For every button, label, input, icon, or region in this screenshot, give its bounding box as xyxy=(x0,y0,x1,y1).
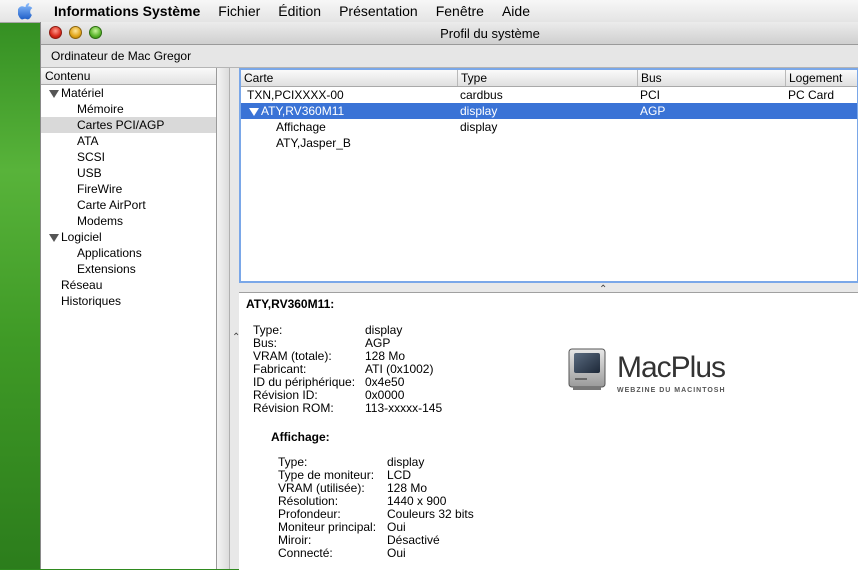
logo-tagline: WEBZINE DU MACINTOSH xyxy=(617,387,726,394)
sidebar-item-label: SCSI xyxy=(77,150,106,164)
prop-key: Révision ROM: xyxy=(253,401,334,415)
sub-prop-value: Oui xyxy=(387,546,406,560)
sidebar-item-modems[interactable]: Modems xyxy=(41,213,216,229)
disclosure-triangle-icon[interactable] xyxy=(249,108,259,116)
sidebar-item-materiel[interactable]: Matériel xyxy=(41,85,216,101)
detail-pane: ATY,RV360M11: Type: display Bus: AGP VRA… xyxy=(239,292,858,570)
sidebar-item-label: Carte AirPort xyxy=(77,198,146,212)
sidebar-item-historiques[interactable]: Historiques xyxy=(41,293,216,309)
sub-prop-key: Connecté: xyxy=(278,546,333,560)
sidebar-item-carte-airport[interactable]: Carte AirPort xyxy=(41,197,216,213)
menu-aide[interactable]: Aide xyxy=(502,3,530,19)
sidebar-item-label: Réseau xyxy=(61,278,103,292)
prop-value: 113-xxxxx-145 xyxy=(365,401,443,415)
cards-table: Carte Type Bus Logement TXN,PCIXXXX-00 c… xyxy=(239,68,858,283)
sidebar-item-memoire[interactable]: Mémoire xyxy=(41,101,216,117)
sidebar-item-logiciel[interactable]: Logiciel xyxy=(41,229,216,245)
menu-presentation[interactable]: Présentation xyxy=(339,3,418,19)
menu-fichier[interactable]: Fichier xyxy=(218,3,260,19)
sidebar-item-label: Modems xyxy=(77,214,124,228)
sidebar-item-reseau[interactable]: Réseau xyxy=(41,277,216,293)
detail-title: ATY,RV360M11: xyxy=(246,297,335,311)
sidebar-item-label: USB xyxy=(77,166,102,180)
sidebar-item-scsi[interactable]: SCSI xyxy=(41,149,216,165)
sidebar-item-label: Logiciel xyxy=(61,230,102,244)
sidebar-item-firewire[interactable]: FireWire xyxy=(41,181,216,197)
menu-fenetre[interactable]: Fenêtre xyxy=(436,3,484,19)
column-header-type[interactable]: Type xyxy=(457,70,637,86)
sidebar-item-label: Mémoire xyxy=(77,102,124,116)
cell-type: display xyxy=(460,120,498,134)
cell-bus: PCI xyxy=(640,88,661,102)
sidebar-item-label: FireWire xyxy=(77,182,123,196)
sidebar-item-label: ATA xyxy=(77,134,99,148)
window-toolbar: Ordinateur de Mac Gregor xyxy=(41,45,858,68)
content-sidebar: Contenu Matériel Mémoire Cartes PCI/AGP … xyxy=(41,68,217,569)
cell-type: display xyxy=(460,104,498,118)
system-profiler-window: Profil du système Ordinateur de Mac Greg… xyxy=(40,22,858,570)
mac-computer-icon xyxy=(568,348,606,390)
sidebar-item-usb[interactable]: USB xyxy=(41,165,216,181)
table-row[interactable]: ATY,Jasper_B xyxy=(241,135,857,151)
cell-carte: ATY,Jasper_B xyxy=(276,136,351,150)
detail-subsection-title: Affichage: xyxy=(271,430,330,444)
cell-type: cardbus xyxy=(460,88,503,102)
sidebar-item-label: Matériel xyxy=(61,86,104,100)
column-header-carte[interactable]: Carte xyxy=(241,70,457,86)
table-header: Carte Type Bus Logement xyxy=(241,70,857,87)
menu-app-name[interactable]: Informations Système xyxy=(54,3,200,19)
apple-menu-icon[interactable] xyxy=(18,2,40,20)
computer-name: Ordinateur de Mac Gregor xyxy=(51,49,192,63)
macplus-logo: MacPlus WEBZINE DU MACINTOSH xyxy=(565,347,735,395)
sidebar-item-ata[interactable]: ATA xyxy=(41,133,216,149)
sidebar-item-label: Applications xyxy=(77,246,142,260)
logo-text: MacPlus xyxy=(617,351,726,384)
sidebar-item-extensions[interactable]: Extensions xyxy=(41,261,216,277)
cell-carte: TXN,PCIXXXX-00 xyxy=(247,88,344,102)
column-header-bus[interactable]: Bus xyxy=(637,70,785,86)
cell-carte: Affichage xyxy=(276,120,326,134)
window-titlebar[interactable]: Profil du système xyxy=(41,22,858,45)
window-title: Profil du système xyxy=(440,26,540,41)
sidebar-scrollbar[interactable] xyxy=(217,68,230,569)
cell-carte: ATY,RV360M11 xyxy=(249,103,344,119)
sidebar-item-applications[interactable]: Applications xyxy=(41,245,216,261)
disclosure-triangle-icon[interactable] xyxy=(49,234,59,242)
sidebar-header[interactable]: Contenu xyxy=(41,68,216,85)
cell-bus: AGP xyxy=(640,104,666,118)
column-header-logement[interactable]: Logement xyxy=(785,70,858,86)
menu-bar: Informations Système Fichier Édition Pré… xyxy=(0,0,858,23)
cell-carte-label: ATY,RV360M11 xyxy=(261,104,345,118)
sidebar-item-cartes-pci-agp[interactable]: Cartes PCI/AGP xyxy=(41,117,216,133)
sidebar-item-label: Cartes PCI/AGP xyxy=(77,118,165,132)
disclosure-triangle-icon[interactable] xyxy=(49,90,59,98)
table-row-selected[interactable]: ATY,RV360M11 display AGP xyxy=(241,103,857,119)
table-row[interactable]: TXN,PCIXXXX-00 cardbus PCI PC Card xyxy=(241,87,857,103)
menu-edition[interactable]: Édition xyxy=(278,3,321,19)
sidebar-item-label: Historiques xyxy=(61,294,122,308)
cell-logement: PC Card xyxy=(788,88,835,102)
sidebar-item-label: Extensions xyxy=(77,262,136,276)
table-row[interactable]: Affichage display xyxy=(241,119,857,135)
